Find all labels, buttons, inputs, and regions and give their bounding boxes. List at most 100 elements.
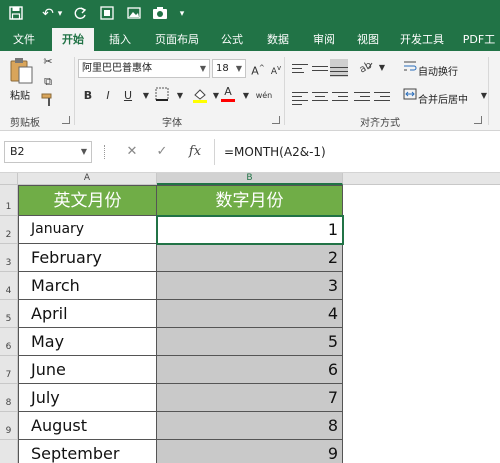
align-right-icon[interactable]: [332, 89, 348, 103]
customize-quick-access-icon[interactable]: ▾: [176, 4, 188, 24]
table-cell[interactable]: August: [18, 412, 157, 440]
merge-dropdown-icon[interactable]: ▼: [474, 87, 494, 105]
paste-icon[interactable]: [8, 57, 34, 85]
font-size-combo[interactable]: 18 ▼: [212, 59, 246, 78]
table-cell[interactable]: January: [18, 216, 157, 244]
underline-button[interactable]: U: [118, 87, 138, 105]
table-cell[interactable]: 4: [157, 300, 343, 328]
picture-icon[interactable]: [124, 4, 144, 24]
insert-function-button[interactable]: fx: [184, 141, 206, 163]
separator: [284, 57, 285, 125]
borders-dropdown-icon[interactable]: ▼: [170, 87, 190, 105]
table-cell[interactable]: June: [18, 356, 157, 384]
ribbon-home: 粘贴 ✂ ⧉ 剪贴板 阿里巴巴普惠体 ▼ 18 ▼ A^ Av B I U ▼ …: [0, 51, 500, 131]
table-cell[interactable]: 6: [157, 356, 343, 384]
row-header[interactable]: 7: [0, 356, 18, 384]
separator: [214, 139, 215, 165]
save-icon[interactable]: [6, 4, 26, 24]
phonetic-guide-button[interactable]: wén: [254, 87, 274, 105]
tab-insert[interactable]: 插入: [100, 28, 140, 51]
table-cell[interactable]: 9: [157, 440, 343, 463]
tab-developer[interactable]: 开发工具: [394, 28, 450, 51]
wrap-text-icon[interactable]: [400, 59, 420, 77]
shrink-font-button[interactable]: Av: [266, 59, 286, 77]
font-name-combo[interactable]: 阿里巴巴普惠体 ▼: [78, 59, 210, 78]
table-cell[interactable]: September: [18, 440, 157, 463]
camera-icon[interactable]: [150, 4, 170, 24]
row-header[interactable]: [0, 440, 18, 463]
merge-center-icon[interactable]: [400, 87, 420, 105]
copy-icon[interactable]: ⧉: [38, 73, 58, 91]
bold-button[interactable]: B: [78, 87, 98, 105]
splitter-handle[interactable]: [104, 145, 106, 159]
merge-center-label[interactable]: 合并后居中: [418, 91, 468, 106]
row-number: 5: [5, 314, 12, 324]
decrease-indent-icon[interactable]: [354, 89, 370, 103]
font-color-dropdown-icon[interactable]: ▼: [236, 87, 256, 105]
row-header[interactable]: 9: [0, 412, 18, 440]
cut-icon[interactable]: ✂: [38, 53, 58, 71]
row-header[interactable]: 2: [0, 216, 18, 244]
undo-dropdown-icon[interactable]: ▾: [54, 4, 66, 24]
align-top-icon[interactable]: [292, 61, 308, 75]
table-cell[interactable]: April: [18, 300, 157, 328]
table-cell[interactable]: 7: [157, 384, 343, 412]
align-center-icon[interactable]: [312, 89, 328, 103]
header-cell-english-month[interactable]: 英文月份: [18, 185, 157, 216]
orientation-dropdown-icon[interactable]: ▼: [372, 59, 392, 77]
increase-indent-icon[interactable]: [374, 89, 390, 103]
row-number: 8: [5, 398, 12, 408]
italic-button[interactable]: I: [98, 87, 118, 105]
enter-icon[interactable]: ✓: [152, 141, 172, 163]
font-color-button[interactable]: A: [218, 85, 238, 103]
formula-input[interactable]: =MONTH(A2&-1): [224, 141, 326, 163]
grow-font-button[interactable]: A^: [248, 59, 268, 78]
format-painter-icon[interactable]: [38, 93, 58, 111]
header-cell-number-month[interactable]: 数字月份: [157, 185, 343, 216]
row-header[interactable]: 6: [0, 328, 18, 356]
paste-label[interactable]: 粘贴: [10, 87, 30, 102]
tab-review[interactable]: 审阅: [304, 28, 344, 51]
column-header-a[interactable]: A: [18, 173, 157, 185]
row-header[interactable]: 8: [0, 384, 18, 412]
chevron-down-icon: ▼: [80, 147, 87, 156]
alignment-launcher-icon[interactable]: [474, 116, 482, 124]
table-cell[interactable]: 5: [157, 328, 343, 356]
redo-icon[interactable]: [70, 4, 90, 24]
row-header[interactable]: 4: [0, 272, 18, 300]
row-header[interactable]: 1: [0, 185, 18, 216]
screenshot-icon[interactable]: [97, 4, 117, 24]
table-cell[interactable]: March: [18, 272, 157, 300]
align-left-icon[interactable]: [292, 89, 308, 105]
table-cell[interactable]: February: [18, 244, 157, 272]
font-launcher-icon[interactable]: [272, 116, 280, 124]
table-cell[interactable]: 2: [157, 244, 343, 272]
borders-icon[interactable]: [152, 87, 172, 105]
align-bottom-icon[interactable]: [330, 59, 348, 77]
column-header-c[interactable]: [343, 173, 500, 185]
cancel-icon[interactable]: ✕: [122, 141, 142, 163]
table-cell[interactable]: 1: [157, 216, 343, 244]
table-cell[interactable]: May: [18, 328, 157, 356]
grow-font-icon: A: [251, 64, 259, 78]
column-header-b[interactable]: B: [157, 173, 343, 185]
worksheet-grid[interactable]: A B 1 2 3 4 5 6 7 8 9 英文月份 数字月份 January …: [0, 173, 500, 463]
tab-page-layout[interactable]: 页面布局: [146, 28, 208, 51]
row-header[interactable]: 5: [0, 300, 18, 328]
row-header[interactable]: 3: [0, 244, 18, 272]
tab-formulas[interactable]: 公式: [212, 28, 252, 51]
tab-file[interactable]: 文件: [4, 28, 44, 51]
tab-view[interactable]: 视图: [348, 28, 388, 51]
table-cell[interactable]: July: [18, 384, 157, 412]
select-all-corner[interactable]: [0, 173, 18, 185]
align-middle-icon[interactable]: [312, 61, 328, 75]
table-cell[interactable]: 3: [157, 272, 343, 300]
tab-data[interactable]: 数据: [258, 28, 298, 51]
table-cell[interactable]: 8: [157, 412, 343, 440]
wrap-text-label[interactable]: 自动换行: [418, 63, 458, 78]
name-box[interactable]: B2 ▼: [4, 141, 92, 163]
tab-pdf[interactable]: PDF工: [458, 28, 500, 51]
clipboard-launcher-icon[interactable]: [62, 116, 70, 124]
chevron-down-icon: ▼: [235, 64, 242, 73]
tab-home[interactable]: 开始: [52, 28, 94, 51]
